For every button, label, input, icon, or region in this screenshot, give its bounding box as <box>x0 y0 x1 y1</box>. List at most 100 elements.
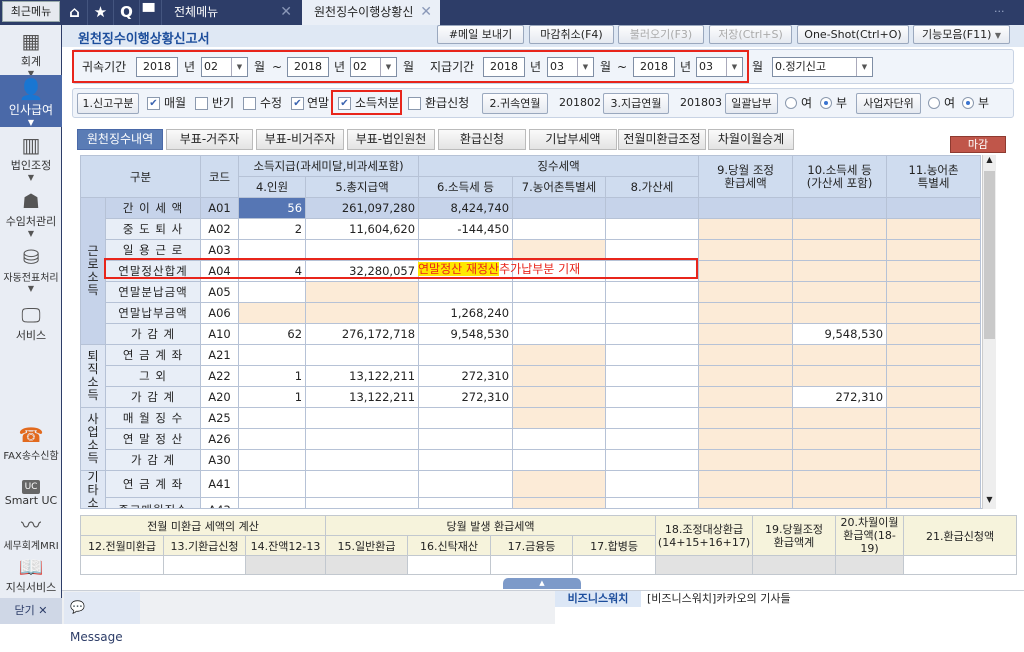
sidebar-item-accounting[interactable]: ▦ 회계 ▼ <box>0 29 62 78</box>
value-cell-c5[interactable]: 11,604,620 <box>305 218 420 240</box>
value-cell-c6[interactable] <box>418 470 514 498</box>
load-button[interactable]: 불러오기(F3) <box>618 25 704 44</box>
more-icon[interactable]: ... <box>994 2 1005 15</box>
attrib-from-year-input[interactable]: 2018 <box>136 57 178 77</box>
pay-to-month-select[interactable]: 03 ▼ <box>696 57 743 77</box>
value-cell-c9[interactable] <box>698 407 794 429</box>
refund-request-checkbox[interactable] <box>408 97 421 110</box>
value-cell-c9[interactable] <box>698 365 794 387</box>
value-cell-c7[interactable] <box>512 323 607 345</box>
value-cell-c10[interactable] <box>792 218 888 240</box>
value-cell-c7[interactable] <box>512 470 607 498</box>
news-headline[interactable]: [비즈니스워치]카카오의 기사들 <box>647 591 791 607</box>
value-cell-c8[interactable] <box>605 281 700 303</box>
functions-menu-button[interactable]: 기능모음(F11) ▼ <box>913 25 1010 44</box>
value-cell-c6[interactable]: 9,548,530 <box>418 323 514 345</box>
value-cell-c8[interactable] <box>605 496 700 508</box>
value-cell-c10[interactable] <box>792 449 888 471</box>
value-cell-c6[interactable]: -144,450 <box>418 218 514 240</box>
value-cell-c11[interactable] <box>886 281 982 303</box>
value-cell-c8[interactable] <box>605 407 700 429</box>
tab-carryover[interactable]: 차월이월승계 <box>708 129 794 150</box>
value-cell-c11[interactable] <box>886 470 982 498</box>
value-cell-c4[interactable] <box>238 496 307 508</box>
amend-checkbox[interactable] <box>243 97 256 110</box>
value-cell-c6[interactable]: 272,310 <box>418 365 514 387</box>
pay-from-year-input[interactable]: 2018 <box>483 57 525 77</box>
value-cell-c9[interactable] <box>698 496 794 508</box>
value-cell-c8[interactable] <box>605 323 700 345</box>
tab-prev-refund-adjust[interactable]: 전월미환급조정 <box>618 129 706 150</box>
tab-withholding-details[interactable]: 원천징수내역 <box>77 129 163 150</box>
value-cell-c9[interactable] <box>698 449 794 471</box>
income-disposal-checkbox[interactable]: ✔ <box>338 97 351 110</box>
value-cell-c10[interactable] <box>792 302 888 324</box>
sidebar-item-payroll[interactable]: 👤 인사급여 ▼ <box>0 75 62 127</box>
value-cell-c6[interactable]: 1,268,240 <box>418 302 514 324</box>
pay-ym-button[interactable]: 3.지급연월 <box>603 93 669 114</box>
c16-cell[interactable] <box>407 555 492 575</box>
scroll-up-icon[interactable]: ▲ <box>983 155 996 169</box>
sidebar-item-client-mgmt[interactable]: ☗ 수임처관리 ▼ <box>0 189 62 239</box>
one-shot-button[interactable]: One-Shot(Ctrl+O) <box>797 25 909 44</box>
c12-cell[interactable] <box>80 555 164 575</box>
value-cell-c7[interactable] <box>512 449 607 471</box>
value-cell-c8[interactable] <box>605 386 700 408</box>
value-cell-c11[interactable] <box>886 260 982 282</box>
value-cell-c11[interactable] <box>886 386 982 408</box>
value-cell-c4[interactable] <box>238 302 307 324</box>
star-icon[interactable]: ★ <box>88 0 114 25</box>
value-cell-c10[interactable] <box>792 407 888 429</box>
value-cell-c9[interactable] <box>698 239 794 261</box>
close-icon[interactable]: ✕ <box>420 0 432 25</box>
tab-resident[interactable]: 부표-거주자 <box>166 129 253 150</box>
sidebar-item-service[interactable]: 🖵 서비스 <box>0 303 62 343</box>
c13-cell[interactable] <box>163 555 246 575</box>
attrib-to-year-input[interactable]: 2018 <box>287 57 329 77</box>
half-checkbox[interactable] <box>195 97 208 110</box>
value-cell-c8[interactable] <box>605 470 700 498</box>
value-cell-c4[interactable] <box>238 470 307 498</box>
value-cell-c6[interactable]: 8,424,740 <box>418 197 514 219</box>
value-cell-c10[interactable] <box>792 365 888 387</box>
value-cell-c6[interactable]: 272,310 <box>418 386 514 408</box>
c17b-cell[interactable] <box>572 555 657 575</box>
lump-payment-button[interactable]: 일괄납부 <box>725 93 778 114</box>
value-cell-c10[interactable] <box>792 470 888 498</box>
value-cell-c4[interactable]: 1 <box>238 386 307 408</box>
value-cell-c11[interactable] <box>886 407 982 429</box>
pay-to-year-input[interactable]: 2018 <box>633 57 675 77</box>
value-cell-c8[interactable] <box>605 218 700 240</box>
value-cell-c7[interactable] <box>512 281 607 303</box>
value-cell-c7[interactable] <box>512 386 607 408</box>
value-cell-c4[interactable]: 62 <box>238 323 307 345</box>
sidebar-item-knowledge[interactable]: 📖 지식서비스 <box>0 555 62 595</box>
value-cell-c7[interactable] <box>512 302 607 324</box>
sidebar-item-fax[interactable]: ☎ FAX송수신함 <box>0 423 62 463</box>
expand-panel-toggle[interactable]: ▲ <box>503 578 581 589</box>
tab-corporate[interactable]: 부표-법인원천 <box>347 129 435 150</box>
value-cell-c10[interactable] <box>792 260 888 282</box>
tab-all-menu[interactable]: 전체메뉴 ✕ <box>162 0 300 25</box>
value-cell-c4[interactable]: 1 <box>238 365 307 387</box>
value-cell-c5[interactable]: 13,122,211 <box>305 365 420 387</box>
tab-nonresident[interactable]: 부표-비거주자 <box>256 129 344 150</box>
value-cell-c11[interactable] <box>886 449 982 471</box>
value-cell-c7[interactable] <box>512 365 607 387</box>
value-cell-c8[interactable] <box>605 302 700 324</box>
value-cell-c4[interactable] <box>238 428 307 450</box>
tab-refund-request[interactable]: 환급신청 <box>438 129 526 150</box>
value-cell-c5[interactable] <box>305 344 420 366</box>
home-icon[interactable]: ⌂ <box>62 0 88 25</box>
value-cell-c4[interactable] <box>238 281 307 303</box>
value-cell-c7[interactable] <box>512 218 607 240</box>
value-cell-c11[interactable] <box>886 323 982 345</box>
cancel-close-button[interactable]: 마감취소(F4) <box>529 25 614 44</box>
value-cell-c9[interactable] <box>698 428 794 450</box>
attrib-to-month-select[interactable]: 02 ▼ <box>350 57 397 77</box>
pay-from-month-select[interactable]: 03 ▼ <box>547 57 594 77</box>
value-cell-c10[interactable]: 9,548,530 <box>792 323 888 345</box>
lump-yes-radio[interactable] <box>785 97 797 109</box>
value-cell-c11[interactable] <box>886 302 982 324</box>
attrib-from-month-select[interactable]: 02 ▼ <box>201 57 248 77</box>
